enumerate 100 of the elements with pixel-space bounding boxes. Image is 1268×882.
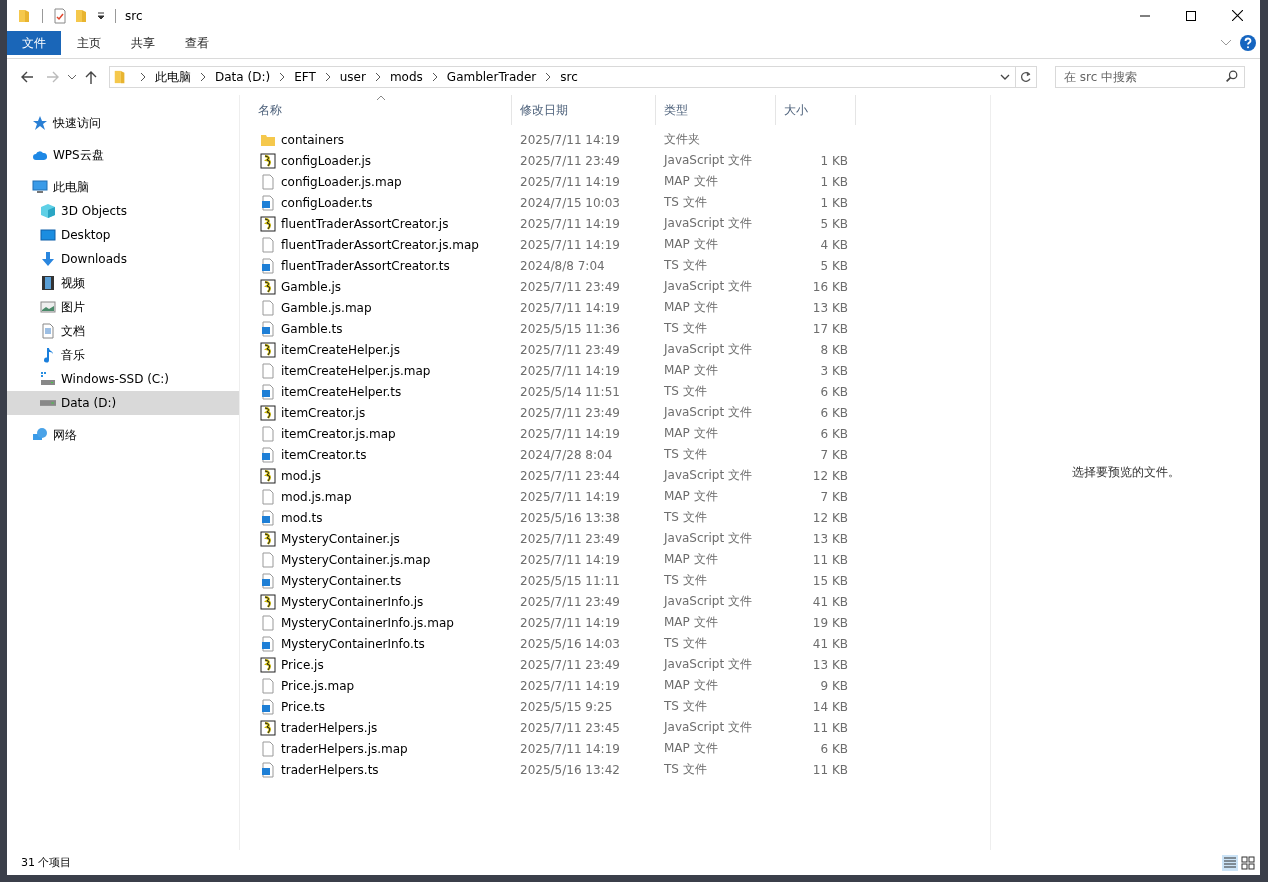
file-name[interactable]: itemCreateHelper.js — [281, 342, 400, 357]
nav-item[interactable]: Desktop — [7, 223, 239, 247]
script-file-icon — [260, 215, 276, 232]
ts-file-icon — [260, 698, 276, 715]
breadcrumb-item[interactable]: user — [339, 70, 366, 84]
script-file-icon — [260, 404, 276, 421]
file-name[interactable]: configLoader.js.map — [281, 174, 402, 189]
table-cell-text: 2025/7/11 14:19 — [519, 300, 621, 315]
table-cell-text: 2025/7/11 23:49 — [519, 657, 621, 672]
file-name[interactable]: mod.ts — [281, 510, 323, 525]
column-header[interactable]: 大小 — [776, 95, 856, 125]
file-name[interactable]: MysteryContainerInfo.js — [281, 594, 424, 609]
search-field[interactable]: 在 src 中搜索 — [1055, 66, 1245, 88]
file-name[interactable]: MysteryContainerInfo.js.map — [281, 615, 454, 630]
properties-icon[interactable] — [52, 7, 68, 24]
nav-item[interactable]: Data (D:) — [7, 391, 239, 415]
file-name[interactable]: itemCreateHelper.js.map — [281, 363, 431, 378]
ribbon-tab[interactable]: 查看 — [171, 31, 223, 55]
file-name[interactable]: Price.js — [281, 657, 324, 672]
file-name[interactable]: traderHelpers.ts — [281, 762, 379, 777]
chevron-down-icon[interactable] — [1000, 74, 1010, 80]
table-cell-text: TS 文件 — [663, 635, 708, 652]
file-name[interactable]: itemCreator.js — [281, 405, 366, 420]
breadcrumb-item[interactable]: Data (D:) — [215, 70, 271, 84]
details-view-icon[interactable] — [1222, 854, 1238, 871]
file-name[interactable]: configLoader.js — [281, 153, 372, 168]
chevron-right-icon — [431, 72, 438, 82]
folder-icon — [113, 69, 127, 85]
file-name[interactable]: traderHelpers.js.map — [281, 741, 408, 756]
file-name[interactable]: MysteryContainer.js.map — [281, 552, 431, 567]
preview-message: 选择要预览的文件。 — [1071, 464, 1180, 481]
nav-item[interactable]: 网络 — [7, 423, 239, 447]
breadcrumb-item[interactable]: src — [560, 70, 578, 84]
recent-dropdown-icon[interactable] — [67, 74, 77, 80]
file-name[interactable]: mod.js — [281, 468, 322, 483]
file-name[interactable]: Gamble.js — [281, 279, 342, 294]
file-name[interactable]: fluentTraderAssortCreator.js.map — [281, 237, 479, 252]
breadcrumb-item[interactable]: GamblerTrader — [446, 70, 537, 84]
file-name[interactable]: configLoader.ts — [281, 195, 373, 210]
table-cell-text: TS 文件 — [663, 509, 708, 526]
file-name[interactable]: Gamble.js.map — [281, 300, 372, 315]
nav-item[interactable]: Downloads — [7, 247, 239, 271]
file-name[interactable]: MysteryContainer.ts — [281, 573, 402, 588]
file-name[interactable]: itemCreator.js.map — [281, 426, 396, 441]
window-title: src — [125, 8, 143, 23]
table-cell: 17 KB — [812, 321, 848, 336]
file-name[interactable]: fluentTraderAssortCreator.ts — [281, 258, 450, 273]
table-cell: 6 KB — [820, 741, 848, 756]
expand-ribbon-icon[interactable] — [1220, 39, 1232, 47]
table-cell: 7 KB — [820, 489, 848, 504]
file-name[interactable]: itemCreator.ts — [281, 447, 367, 462]
ribbon-tab[interactable]: 共享 — [117, 31, 169, 55]
column-header[interactable]: 类型 — [656, 95, 776, 125]
nav-item[interactable]: 音乐 — [7, 343, 239, 367]
maximize-icon — [1186, 10, 1196, 21]
nav-item[interactable]: WPS云盘 — [7, 143, 239, 167]
ribbon-tab[interactable]: 文件 — [7, 31, 61, 55]
breadcrumb-item[interactable]: EFT — [294, 70, 316, 84]
chevron-right-icon — [374, 72, 381, 82]
back-arrow-icon[interactable] — [19, 69, 35, 85]
nav-item[interactable]: 此电脑 — [7, 175, 239, 199]
dropdown-icon[interactable] — [96, 10, 106, 21]
column-header[interactable]: 修改日期 — [512, 95, 656, 125]
file-name[interactable]: Price.ts — [281, 699, 326, 714]
file-name[interactable]: Price.js.map — [281, 678, 355, 693]
table-cell: 11 KB — [812, 720, 848, 735]
file-name[interactable]: MysteryContainerInfo.ts — [281, 636, 425, 651]
help-icon[interactable] — [1240, 35, 1256, 51]
nav-item[interactable]: 视频 — [7, 271, 239, 295]
file-name[interactable]: itemCreateHelper.ts — [281, 384, 402, 399]
up-arrow-icon[interactable] — [83, 69, 99, 85]
table-cell-text: 2025/5/14 11:51 — [519, 384, 621, 399]
file-name[interactable]: fluentTraderAssortCreator.js — [281, 216, 449, 231]
breadcrumb-item[interactable]: 此电脑 — [155, 68, 191, 86]
table-cell-text: JavaScript 文件 — [662, 530, 753, 547]
file-name[interactable]: mod.js.map — [281, 489, 352, 504]
table-cell-text: JavaScript 文件 — [662, 404, 753, 421]
file-icon — [260, 614, 276, 631]
file-name[interactable]: containers — [281, 132, 345, 147]
nav-item[interactable]: 3D Objects — [7, 199, 239, 223]
ribbon-tab[interactable]: 主页 — [63, 31, 115, 55]
file-name[interactable]: traderHelpers.js — [281, 720, 378, 735]
table-cell-text: MAP 文件 — [663, 299, 719, 316]
table-cell-text: 2025/7/11 23:49 — [519, 531, 621, 546]
file-name[interactable]: Gamble.ts — [281, 321, 343, 336]
breadcrumb-item[interactable]: mods — [389, 70, 423, 84]
table-cell-text: TS 文件 — [663, 698, 708, 715]
nav-item[interactable]: Windows-SSD (C:) — [7, 367, 239, 391]
table-cell-text: TS 文件 — [663, 383, 708, 400]
nav-item[interactable]: 快速访问 — [7, 111, 239, 135]
table-cell-text: 2025/7/11 23:49 — [519, 405, 621, 420]
table-cell: 8 KB — [820, 342, 848, 357]
column-header[interactable]: 名称 — [250, 95, 512, 125]
file-name[interactable]: MysteryContainer.js — [281, 531, 400, 546]
large-icons-view-icon[interactable] — [1240, 854, 1256, 871]
nav-item[interactable]: 文档 — [7, 319, 239, 343]
nav-item[interactable]: 图片 — [7, 295, 239, 319]
table-cell-text: MAP 文件 — [663, 173, 719, 190]
address-bar[interactable]: 此电脑 Data (D:) EFT user mods GamblerTrader src — [109, 66, 1037, 88]
refresh-icon[interactable] — [1019, 70, 1033, 84]
